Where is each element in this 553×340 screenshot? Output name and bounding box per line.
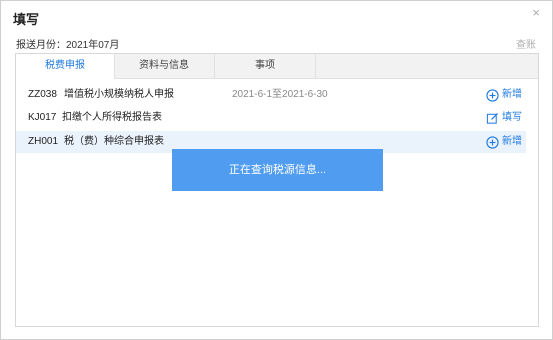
tab-tax-declaration[interactable]: 税费申报 bbox=[16, 54, 115, 79]
fill-label: 填写 bbox=[502, 112, 522, 123]
plus-circle-icon bbox=[486, 135, 499, 149]
period-value: 2021年07月 bbox=[66, 40, 120, 51]
row-name: 扣缴个人所得税报告表 bbox=[62, 112, 162, 123]
period-label: 报送月份： bbox=[16, 40, 66, 51]
add-button[interactable]: 新增 bbox=[486, 84, 522, 106]
row-code: ZH001 bbox=[28, 136, 59, 147]
dialog-title: 填写 bbox=[13, 12, 40, 27]
row-code: ZZ038 bbox=[28, 89, 57, 100]
table-row[interactable]: ZZ038 增值税小规模纳税人申报 2021-6-1至2021-6-30 新增 bbox=[16, 84, 526, 106]
report-period: 报送月份：2021年07月 bbox=[16, 36, 119, 51]
row-name: 增值税小规模纳税人申报 bbox=[64, 89, 174, 100]
fill-button[interactable]: 填写 bbox=[486, 107, 522, 129]
tab-matters[interactable]: 事项 bbox=[215, 54, 316, 78]
tab-bar: 税费申报 资料与信息 事项 bbox=[16, 54, 538, 79]
loading-toast: 正在查询税源信息... bbox=[172, 149, 383, 191]
row-date: 2021-6-1至2021-6-30 bbox=[232, 89, 328, 100]
table-row[interactable]: KJ017 扣缴个人所得税报告表 填写 bbox=[16, 107, 526, 129]
add-button[interactable]: 新增 bbox=[486, 131, 522, 153]
row-name: 税（费）种综合申报表 bbox=[64, 136, 164, 147]
reset-button[interactable]: 查账 bbox=[516, 36, 536, 51]
row-code: KJ017 bbox=[28, 112, 57, 123]
add-label: 新增 bbox=[502, 136, 522, 147]
edit-icon bbox=[486, 112, 499, 124]
tab-materials-info[interactable]: 资料与信息 bbox=[114, 54, 215, 78]
fill-dialog: 填写 × 报送月份：2021年07月 查账 税费申报 资料与信息 事项 ZZ03… bbox=[0, 0, 553, 340]
close-icon[interactable]: × bbox=[532, 5, 540, 20]
plus-circle-icon bbox=[486, 88, 499, 102]
add-label: 新增 bbox=[502, 89, 522, 100]
